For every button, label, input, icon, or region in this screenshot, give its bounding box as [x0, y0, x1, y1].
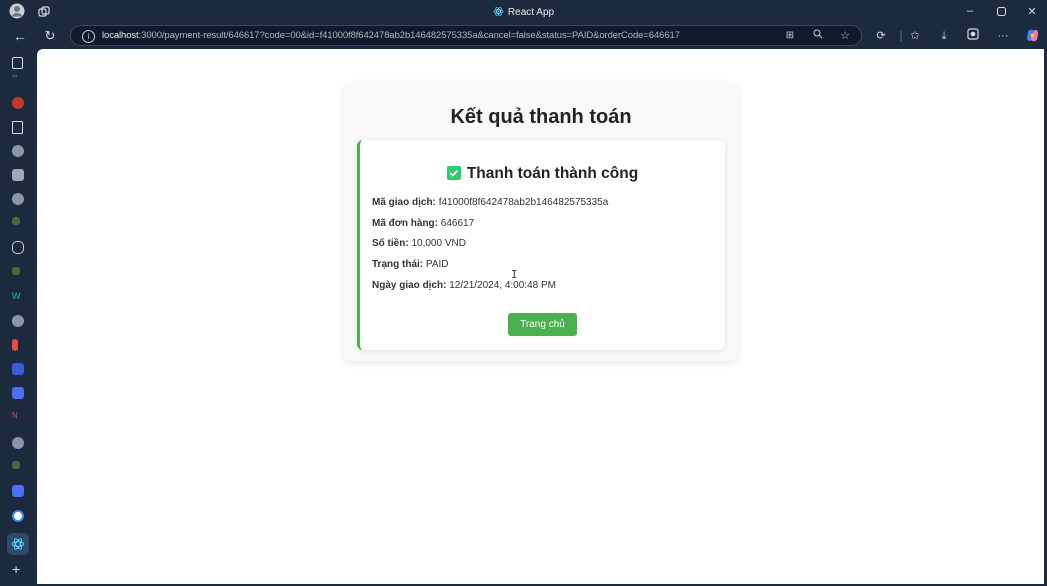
tab-small-favicon-icon-3[interactable] [12, 461, 20, 469]
tab-small-favicon-icon-2[interactable] [12, 267, 20, 275]
detail-amount: Số tiền: 10,000 VND [372, 238, 466, 249]
window-title: React App [0, 6, 1047, 20]
url-text[interactable]: localhost:3000/payment-result/646617?cod… [102, 30, 680, 41]
react-logo-icon [493, 6, 504, 20]
sidebar-toggle-icon[interactable] [12, 57, 23, 69]
tab-github-icon[interactable] [12, 145, 24, 157]
tab-w-favicon-icon[interactable]: W [12, 291, 26, 303]
tab-database-icon[interactable] [12, 241, 24, 254]
browser-toolbar: ← ↻ i localhost:3000/payment-result/6466… [0, 23, 1047, 49]
downloads-icon[interactable]: ⤓ [936, 28, 952, 44]
copilot-icon[interactable] [1024, 28, 1040, 44]
page-title: Kết quả thanh toán [450, 106, 632, 128]
tab-github-icon-3[interactable] [12, 315, 24, 327]
window-title-text: React App [507, 7, 555, 18]
favorites-icon[interactable]: ✩ [907, 28, 923, 44]
detail-label: Mã giao dịch: [372, 197, 436, 208]
tab-docs-icon-2[interactable] [12, 485, 24, 497]
detail-label: Mã đơn hàng: [372, 218, 438, 229]
favorite-star-icon[interactable]: ☆ [838, 29, 852, 43]
detail-label: Trạng thái: [372, 259, 424, 270]
detail-value: f41000f8f642478ab2b146482575335a [438, 197, 609, 208]
status-heading: Thanh toán thành công [360, 165, 725, 183]
status-heading-text: Thanh toán thành công [466, 165, 639, 182]
detail-label: Ngày giao dịch: [372, 280, 447, 291]
detail-transaction-date: Ngày giao dịch: 12/21/2024, 4:00:48 PM [372, 280, 556, 291]
home-button[interactable]: Trang chủ [508, 313, 577, 336]
tab-github-icon-2[interactable] [12, 193, 24, 205]
browser-title-bar: React App – ✕ [0, 0, 1047, 23]
detail-transaction-id: Mã giao dịch: f41000f8f642478ab2b1464825… [372, 197, 608, 208]
detail-status: Trạng thái: PAID [372, 259, 449, 270]
tab-document-icon[interactable] [12, 121, 23, 134]
browser-sidebar: ∞ W N + [0, 49, 37, 586]
refresh-icon[interactable]: ↻ [41, 27, 59, 45]
detail-value: 646617 [440, 218, 475, 229]
tab-small-favicon-icon[interactable] [12, 217, 20, 225]
browser-essentials-icon[interactable] [965, 28, 981, 44]
close-icon[interactable]: ✕ [1024, 4, 1040, 18]
tab-red-favicon-icon[interactable] [12, 97, 24, 109]
minimize-icon[interactable]: – [962, 4, 978, 18]
tab-n-favicon-icon[interactable]: N [12, 411, 26, 423]
tab-figma-icon[interactable] [12, 339, 18, 351]
check-icon [446, 166, 461, 180]
tab-react-app-active[interactable] [7, 533, 29, 555]
payment-result-container: Kết quả thanh toán Thanh toán thành công… [344, 83, 738, 361]
site-info-icon[interactable]: i [82, 30, 95, 43]
page-viewport: Kết quả thanh toán Thanh toán thành công… [37, 49, 1044, 584]
more-menu-icon[interactable]: ··· [995, 28, 1011, 44]
detail-label: Số tiền: [372, 238, 409, 249]
detail-value: PAID [425, 259, 449, 270]
tab-github-icon-4[interactable] [12, 437, 24, 449]
tab-docs-icon[interactable] [12, 387, 24, 399]
app-available-icon[interactable]: ⊞ [783, 29, 797, 43]
tab-gray-favicon-icon[interactable] [12, 169, 24, 181]
tab-infinity-icon[interactable]: ∞ [12, 73, 26, 81]
detail-order-code: Mã đơn hàng: 646617 [372, 218, 474, 229]
new-tab-plus-icon[interactable]: + [12, 562, 26, 576]
url-host: localhost [102, 30, 139, 41]
back-icon[interactable]: ← [11, 27, 29, 45]
tab-google-icon[interactable] [12, 510, 24, 522]
detail-value: 12/21/2024, 4:00:48 PM [449, 280, 556, 291]
detail-value: 10,000 VND [411, 238, 466, 249]
maximize-icon[interactable] [993, 4, 1009, 18]
text-cursor-icon: I [511, 268, 518, 281]
url-path: :3000/payment-result/646617?code=00&id=f… [138, 30, 680, 41]
payment-result-card: Thanh toán thành công Mã giao dịch: f410… [357, 140, 725, 350]
extensions-icon[interactable]: ⟳ [873, 28, 889, 44]
tab-blue-favicon-icon[interactable] [12, 363, 24, 375]
address-bar[interactable]: i localhost:3000/payment-result/646617?c… [70, 25, 862, 46]
zoom-icon[interactable] [811, 29, 825, 43]
